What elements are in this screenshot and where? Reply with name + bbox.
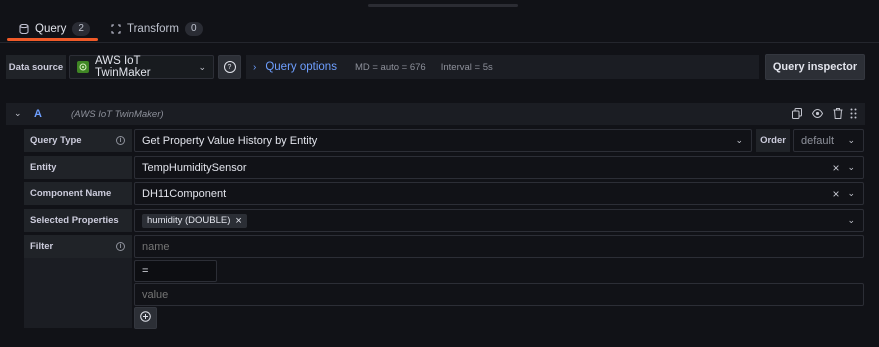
tab-query-label: Query bbox=[35, 23, 67, 35]
entity-value: TempHumiditySensor bbox=[142, 161, 247, 174]
query-type-value: Get Property Value History by Entity bbox=[142, 134, 318, 147]
query-options-link[interactable]: Query options bbox=[265, 61, 337, 73]
entity-select[interactable]: TempHumiditySensor × ⌄ bbox=[134, 156, 864, 179]
tabs-divider bbox=[0, 42, 879, 43]
filter-label-extension bbox=[24, 258, 132, 328]
property-chip: humidity (DOUBLE) × bbox=[142, 213, 247, 228]
query-ref-id[interactable]: A bbox=[34, 108, 42, 120]
datasource-picker[interactable]: AWS IoT TwinMaker ⌄ bbox=[69, 55, 214, 79]
toggle-visibility-icon[interactable] bbox=[811, 108, 824, 119]
chevron-down-icon: ⌄ bbox=[847, 215, 855, 225]
transform-icon bbox=[111, 24, 121, 34]
help-icon: ? bbox=[223, 61, 236, 73]
chevron-down-icon: ⌄ bbox=[735, 135, 743, 145]
component-name-select[interactable]: DH11Component × ⌄ bbox=[134, 182, 864, 205]
query-type-label: Query Type i bbox=[24, 129, 132, 152]
resize-handle[interactable] bbox=[368, 4, 518, 7]
order-value: default bbox=[801, 134, 835, 147]
active-tab-indicator bbox=[7, 38, 98, 41]
query-inspector-button[interactable]: Query inspector bbox=[765, 54, 865, 80]
filter-value-input[interactable] bbox=[134, 283, 864, 306]
tab-query-count: 2 bbox=[72, 22, 90, 36]
property-chip-label: humidity (DOUBLE) bbox=[147, 215, 231, 226]
chevron-down-icon: ⌄ bbox=[847, 162, 855, 172]
datasource-help-button[interactable]: ? bbox=[218, 55, 241, 79]
datasource-value: AWS IoT TwinMaker bbox=[95, 55, 151, 79]
query-type-label-text: Query Type bbox=[30, 135, 82, 146]
delete-query-icon[interactable] bbox=[833, 108, 843, 119]
tab-transform-count: 0 bbox=[184, 22, 203, 36]
chevron-down-icon: ⌄ bbox=[198, 61, 206, 72]
component-name-label: Component Name bbox=[24, 182, 132, 205]
order-select[interactable]: default ⌄ bbox=[793, 129, 864, 152]
remove-chip-icon[interactable]: × bbox=[235, 215, 241, 227]
info-icon[interactable]: i bbox=[116, 136, 125, 145]
duplicate-query-icon[interactable] bbox=[792, 108, 802, 119]
tab-transform-label: Transform bbox=[127, 23, 179, 35]
tab-transform[interactable]: Transform 0 bbox=[111, 18, 203, 40]
datasource-label: Data source bbox=[6, 55, 66, 79]
entity-label: Entity bbox=[24, 156, 132, 179]
database-icon bbox=[19, 23, 29, 35]
filter-operator-select[interactable]: = bbox=[134, 260, 217, 282]
query-options-bar[interactable]: › Query options MD = auto = 676 Interval… bbox=[246, 55, 759, 79]
clear-icon[interactable]: × bbox=[832, 187, 839, 201]
query-type-select[interactable]: Get Property Value History by Entity ⌄ bbox=[134, 129, 752, 152]
chevron-down-icon: ⌄ bbox=[847, 188, 855, 198]
drag-handle-icon[interactable] bbox=[850, 108, 857, 119]
twinmaker-logo-icon bbox=[77, 61, 89, 73]
chevron-down-icon: ⌄ bbox=[847, 135, 855, 145]
interval-value: Interval = 5s bbox=[440, 61, 493, 73]
selected-properties-select[interactable]: humidity (DOUBLE) × ⌄ bbox=[134, 209, 864, 232]
info-icon[interactable]: i bbox=[116, 242, 125, 251]
order-label: Order bbox=[756, 129, 790, 152]
chevron-right-icon: › bbox=[253, 61, 257, 73]
filter-label: Filter i bbox=[24, 235, 132, 258]
filter-label-text: Filter bbox=[30, 241, 54, 252]
add-filter-button[interactable] bbox=[134, 307, 157, 329]
collapse-chevron-icon[interactable]: ⌄ bbox=[14, 108, 22, 119]
query-datasource-name: (AWS IoT TwinMaker) bbox=[71, 109, 164, 120]
component-name-value: DH11Component bbox=[142, 187, 227, 200]
selected-properties-label: Selected Properties bbox=[24, 209, 132, 232]
tab-query[interactable]: Query 2 bbox=[19, 18, 90, 40]
filter-name-input[interactable] bbox=[134, 235, 864, 258]
max-data-points: MD = auto = 676 bbox=[354, 61, 426, 73]
plus-circle-icon bbox=[140, 311, 151, 325]
clear-icon[interactable]: × bbox=[832, 161, 839, 175]
